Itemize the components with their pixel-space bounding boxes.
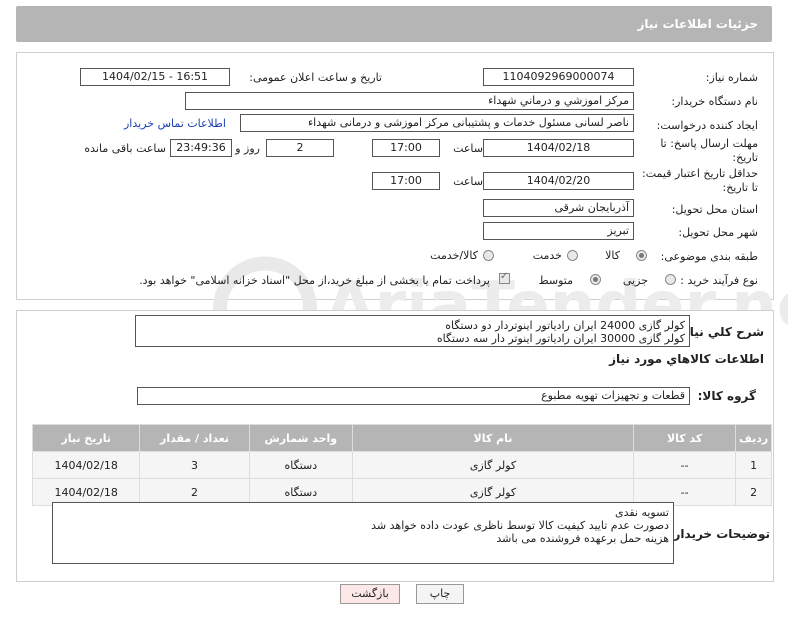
process-radio-medium[interactable] [590,274,601,285]
buyer-notes-line-2: دصورت عدم تایید کیفیت کالا توسط ناظری عو… [371,519,669,532]
description-line-2: کولر گازی 30000 ایران رادیاتور اینوتر دا… [436,332,685,345]
city-label: شهر محل تحویل: [678,226,758,239]
process-type-label: نوع فرآیند خرید : [680,274,758,287]
treasury-payment-checkbox[interactable] [499,271,510,284]
goods-section-title: اطلاعات کالاهاي مورد نياز [609,352,764,366]
buyer-notes-label: توضیحات خریدار: [668,527,770,541]
back-button[interactable]: بازگشت [340,584,400,604]
city-field: تبریز [483,222,634,240]
col-header-name: نام کالا [351,424,635,452]
description-label: شرح کلي نياز: [678,325,764,339]
category-option-goods: کالا [605,249,620,262]
province-field: آذربایجان شرقی [483,199,634,217]
print-button[interactable]: چاپ [416,584,464,604]
category-radio-goods-service[interactable] [483,250,494,261]
reply-deadline-label: مهلت ارسال پاسخ: تا [660,137,758,150]
price-date-field: 1404/02/20 [483,172,634,190]
announce-label: تاریخ و ساعت اعلان عمومی: [249,71,382,84]
price-time-field: 17:00 [372,172,440,190]
process-option-minor: جزیی [622,274,648,287]
reply-time-field: 17:00 [372,139,440,157]
buyer-org-label: نام دستگاه خریدار: [671,95,758,108]
goods-group-label: گروه کالا: [697,389,756,403]
process-option-medium: متوسط [538,274,573,287]
remaining-time-field: 23:49:36 [170,139,232,157]
cell-row: 1 [735,451,772,479]
process-radio-minor[interactable] [665,274,676,285]
goods-table: ردیف کد کالا نام کالا واحد شمارش تعداد /… [31,424,772,506]
need-number-label: شماره نیاز: [705,71,758,84]
category-radio-goods[interactable] [636,250,647,261]
cell-row: 2 [735,478,772,506]
table-row[interactable]: 1 -- کولر گازی دستگاه 3 1404/02/18 [31,451,772,479]
category-radio-service[interactable] [567,250,578,261]
requester-label: ایجاد کننده درخواست: [656,119,758,132]
buyer-notes-textarea: تسویه نقدی دصورت عدم تایید کیفیت کالا تو… [52,502,674,564]
category-label: طبقه بندی موضوعی: [660,250,758,263]
announce-field: 1404/02/15 - 16:51 [80,68,230,86]
col-header-qty: تعداد / مقدار [139,424,250,452]
reply-date-field: 1404/02/18 [483,139,634,157]
price-deadline-label: حداقل تاریخ اعتبار قیمت: [642,167,758,180]
page-title: جزئیات اطلاعات نیاز [637,17,758,31]
treasury-payment-note: پرداخت تمام یا بخشی از مبلغ خرید،از محل … [139,274,490,287]
price-deadline-label-2: تا تاریخ: [722,181,758,194]
reply-time-label: ساعت [453,142,483,155]
col-header-unit: واحد شمارش [248,424,353,452]
buyer-contact-link[interactable]: اطلاعات تماس خریدار [124,117,226,130]
cell-unit: دستگاه [248,451,353,479]
table-header-row: ردیف کد کالا نام کالا واحد شمارش تعداد /… [31,424,772,452]
page-header: جزئیات اطلاعات نیاز [16,6,772,42]
need-number-field: 1104092969000074 [483,68,634,86]
requester-field: ناصر لسانی مسئول خدمات و پشتیبانی مرکز ا… [240,114,634,132]
province-label: استان محل تحویل: [671,203,758,216]
remaining-time-label: ساعت باقی مانده [84,142,166,155]
description-textarea: کولر گازی 24000 ایران رادیاتور اینوتردار… [135,315,690,347]
category-option-goods-service: کالا/خدمت [430,249,478,262]
days-label: روز و [235,142,260,155]
price-time-label: ساعت [453,175,483,188]
cell-qty: 3 [139,451,250,479]
goods-group-field: قطعات و تجهیزات تهویه مطبوع [137,387,690,405]
category-option-service: خدمت [532,249,562,262]
cell-date: 1404/02/18 [31,451,141,479]
col-header-code: کد کالا [633,424,737,452]
col-header-row: ردیف [735,424,772,452]
description-line-1: کولر گازی 24000 ایران رادیاتور اینوتردار… [445,319,685,332]
buyer-notes-line-3: هزینه حمل برعهده فروشنده می باشد [496,532,669,545]
buyer-org-field: مرکز اموزشي و درماني شهداء [185,92,634,110]
buyer-notes-line-1: تسویه نقدی [614,506,669,519]
cell-name: کولر گازی [351,451,635,479]
cell-code: -- [633,451,737,479]
reply-deadline-label-2: تاریخ: [732,151,758,164]
col-header-date: تاریخ نیاز [31,424,141,452]
remaining-days-field: 2 [266,139,334,157]
